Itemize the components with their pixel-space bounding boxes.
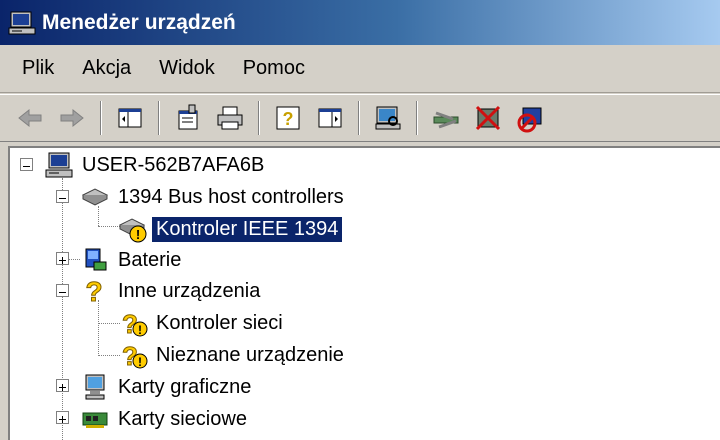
tree-item-label: Inne urządzenia xyxy=(118,279,261,302)
back-arrow-icon xyxy=(18,108,42,128)
bus-controller-icon xyxy=(81,188,109,206)
scan-hardware-icon xyxy=(375,106,401,130)
svg-text:?: ? xyxy=(283,109,294,129)
title-bar: Menedżer urządzeń xyxy=(0,0,720,45)
battery-icon xyxy=(85,248,107,271)
print-button[interactable] xyxy=(212,100,248,136)
update-driver-icon xyxy=(433,111,459,129)
tree-item-label: Baterie xyxy=(118,248,182,271)
expand-toggle[interactable] xyxy=(56,252,69,265)
tree-item-display-adapters[interactable]: Karty graficzne xyxy=(80,372,255,402)
show-hide-tree-button[interactable] xyxy=(112,100,148,136)
tree-line xyxy=(98,226,120,227)
disable-device-icon xyxy=(517,107,542,133)
show-hide-console-tree-icon xyxy=(118,108,142,128)
warning-device-icon: ! xyxy=(118,218,147,243)
toolbar-separator xyxy=(416,101,418,135)
uninstall-icon xyxy=(475,105,501,131)
window-title: Menedżer urządzeń xyxy=(42,10,236,34)
tree-item-batteries[interactable]: Baterie xyxy=(80,245,185,275)
help-icon: ? xyxy=(276,106,300,130)
show-hide-action-pane-icon xyxy=(318,108,342,128)
menu-bar: Plik Akcja Widok Pomoc xyxy=(0,45,720,93)
device-tree[interactable]: USER-562B7AFA6B 1394 Bus host controller… xyxy=(8,146,720,440)
tree-item-network-adapters[interactable]: Karty sieciowe xyxy=(80,404,251,434)
expand-toggle[interactable] xyxy=(56,379,69,392)
tree-item-label: Nieznane urządzenie xyxy=(156,343,344,366)
tree-line xyxy=(98,323,120,324)
back-button[interactable] xyxy=(12,100,48,136)
toolbar-separator xyxy=(100,101,102,135)
computer-icon xyxy=(45,152,73,178)
tree-item-1394-bus[interactable]: 1394 Bus host controllers xyxy=(80,182,348,212)
menu-file[interactable]: Plik xyxy=(10,51,66,86)
tree-item-label: Karty graficzne xyxy=(118,375,252,398)
tree-line xyxy=(98,355,120,356)
show-hide-action-pane-button[interactable] xyxy=(312,100,348,136)
tree-root[interactable]: USER-562B7AFA6B xyxy=(44,150,268,180)
print-icon xyxy=(217,106,243,130)
display-adapter-icon xyxy=(85,374,105,400)
uninstall-button[interactable] xyxy=(470,100,506,136)
tree-item-label: Karty sieciowe xyxy=(118,407,247,430)
device-manager-icon xyxy=(8,11,36,34)
toolbar-separator xyxy=(358,101,360,135)
collapse-toggle[interactable] xyxy=(20,158,33,171)
toolbar-separator xyxy=(258,101,260,135)
tree-item-ieee1394-controller[interactable]: ! Kontroler IEEE 1394 xyxy=(118,214,344,244)
scan-hardware-button[interactable] xyxy=(370,100,406,136)
tree-line xyxy=(62,178,63,440)
disable-device-button[interactable] xyxy=(512,100,548,136)
expand-toggle[interactable] xyxy=(56,411,69,424)
menu-action[interactable]: Akcja xyxy=(70,51,143,86)
tree-item-label: Kontroler sieci xyxy=(156,311,283,334)
tree-item-unknown-device[interactable]: ? ! Nieznane urządzenie xyxy=(118,340,348,370)
svg-text:!: ! xyxy=(138,355,142,369)
unknown-device-icon: ? ! xyxy=(122,309,148,337)
svg-text:!: ! xyxy=(138,323,142,337)
svg-text:?: ? xyxy=(85,277,102,305)
update-driver-button[interactable] xyxy=(428,100,464,136)
properties-icon xyxy=(178,104,198,130)
tree-line xyxy=(68,259,80,260)
network-adapter-icon xyxy=(82,412,108,428)
tree-item-label: Kontroler IEEE 1394 xyxy=(150,215,344,243)
menu-view[interactable]: Widok xyxy=(147,51,227,86)
properties-button[interactable] xyxy=(170,100,206,136)
toolbar: ? xyxy=(0,94,720,142)
forward-arrow-icon xyxy=(60,108,84,128)
unknown-device-icon: ? ! xyxy=(122,341,148,369)
tree-item-label: 1394 Bus host controllers xyxy=(118,185,344,208)
menu-help[interactable]: Pomoc xyxy=(231,51,317,86)
collapse-toggle[interactable] xyxy=(56,190,69,203)
forward-button[interactable] xyxy=(54,100,90,136)
tree-item-network-controller[interactable]: ? ! Kontroler sieci xyxy=(118,308,287,338)
collapse-toggle[interactable] xyxy=(56,284,69,297)
svg-text:!: ! xyxy=(136,227,140,242)
tree-line xyxy=(98,300,99,356)
toolbar-separator xyxy=(158,101,160,135)
help-button[interactable]: ? xyxy=(270,100,306,136)
unknown-device-icon: ? xyxy=(85,277,103,305)
tree-item-other-devices[interactable]: ? Inne urządzenia xyxy=(80,276,264,306)
tree-root-label: USER-562B7AFA6B xyxy=(82,153,265,176)
